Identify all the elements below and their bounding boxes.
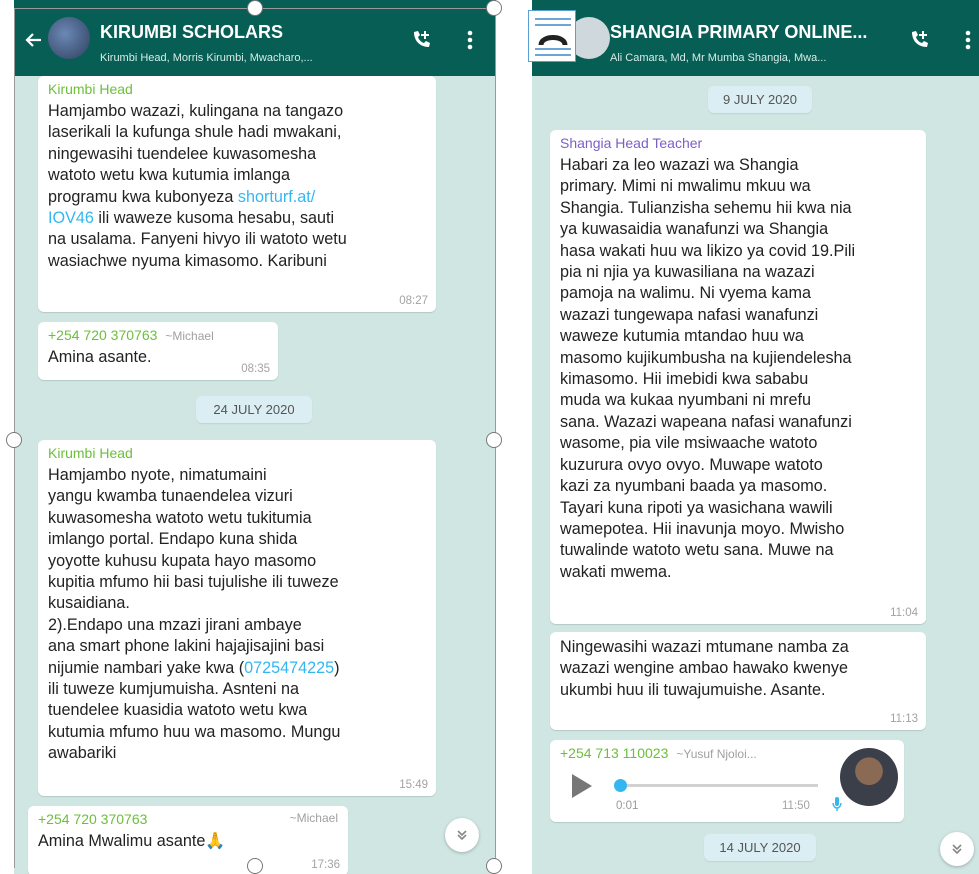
- message-bubble[interactable]: Kirumbi Head Hamjambo nyote, nimatumaini…: [38, 440, 436, 796]
- chat-participants[interactable]: Kirumbi Head, Morris Kirumbi, Mwacharo,.…: [100, 52, 400, 64]
- audio-duration: 0:01: [616, 800, 639, 812]
- message-time: 15:49: [399, 779, 428, 791]
- voice-message-bubble[interactable]: +254 713 110023 ~Yusuf Njoloi... 0:01 11:…: [550, 740, 904, 822]
- audio-progress-bar[interactable]: [614, 779, 818, 792]
- chat-header: SHANGIA PRIMARY ONLINE... Ali Camara, Md…: [532, 0, 979, 76]
- message-list[interactable]: Kirumbi Head Hamjambo wazazi, kulingana …: [14, 76, 496, 874]
- date-divider: 24 JULY 2020: [196, 396, 312, 423]
- message-time: 08:35: [241, 363, 270, 375]
- audio-seek-handle[interactable]: [614, 779, 627, 792]
- message-sender: Kirumbi Head: [48, 445, 133, 461]
- resize-handle-left[interactable]: [6, 432, 22, 448]
- chat-title[interactable]: SHANGIA PRIMARY ONLINE...: [610, 22, 867, 43]
- mic-icon: [832, 796, 842, 817]
- message-text: Hamjambo wazazi, kulingana na tangazo la…: [48, 101, 426, 272]
- scroll-down-icon[interactable]: [445, 818, 479, 852]
- message-sender: +254 720 370763 ~Michael: [38, 811, 338, 827]
- image-edit-icon[interactable]: [528, 10, 576, 62]
- chat-title[interactable]: KIRUMBI SCHOLARS: [100, 22, 283, 43]
- message-sender: +254 720 370763 ~Michael: [48, 327, 268, 343]
- message-bubble[interactable]: +254 720 370763 ~Michael Amina Mwalimu as…: [28, 806, 348, 874]
- more-vert-icon[interactable]: [458, 28, 482, 52]
- back-arrow-icon[interactable]: [22, 28, 46, 52]
- message-text: Ningewasihi wazazi mtumane namba za waza…: [560, 638, 849, 699]
- add-call-icon[interactable]: [409, 28, 433, 52]
- message-bubble[interactable]: Kirumbi Head Hamjambo wazazi, kulingana …: [38, 76, 436, 312]
- more-vert-icon[interactable]: [956, 28, 979, 52]
- add-call-icon[interactable]: [907, 28, 931, 52]
- message-time: 08:27: [399, 295, 428, 307]
- chat-participants[interactable]: Ali Camara, Md, Mr Mumba Shangia, Mwa...: [610, 52, 892, 64]
- message-time: 11:13: [890, 713, 918, 725]
- message-bubble[interactable]: Ningewasihi wazazi mtumane namba za waza…: [550, 632, 926, 730]
- message-bubble[interactable]: Shangia Head Teacher Habari za leo wazaz…: [550, 130, 926, 624]
- resize-handle-bottom[interactable]: [247, 858, 263, 874]
- resize-handle-top-right[interactable]: [486, 0, 502, 16]
- avatar[interactable]: [840, 748, 898, 806]
- message-sender: Shangia Head Teacher: [560, 135, 703, 151]
- right-chat-screenshot: SHANGIA PRIMARY ONLINE... Ali Camara, Md…: [532, 0, 979, 874]
- message-text-part: Hamjambo nyote, nimatumaini yangu kwamba…: [48, 466, 339, 677]
- message-bubble[interactable]: +254 720 370763 ~Michael Amina asante. 08…: [38, 322, 278, 380]
- sender-name: ~Yusuf Njoloi...: [676, 747, 757, 761]
- sender-name: ~Michael: [289, 811, 338, 825]
- message-time: 11:04: [890, 607, 918, 619]
- message-text: Amina Mwalimu asante🙏: [38, 832, 226, 850]
- group-avatar-icon[interactable]: [48, 17, 90, 59]
- date-divider: 9 JULY 2020: [708, 86, 812, 113]
- message-time: 11:50: [782, 800, 810, 812]
- message-phone-link[interactable]: 0725474225: [244, 659, 334, 677]
- play-icon[interactable]: [572, 774, 592, 798]
- message-sender: +254 713 110023 ~Yusuf Njoloi...: [560, 745, 894, 761]
- message-text: Hamjambo nyote, nimatumaini yangu kwamba…: [48, 465, 426, 765]
- scroll-down-icon[interactable]: [940, 832, 974, 866]
- message-text: Habari za leo wazazi wa Shangia primary.…: [560, 156, 856, 581]
- left-chat-screenshot: KIRUMBI SCHOLARS Kirumbi Head, Morris Ki…: [14, 0, 496, 874]
- resize-handle-right[interactable]: [486, 432, 502, 448]
- message-list[interactable]: 9 JULY 2020 Shangia Head Teacher Habari …: [532, 76, 979, 874]
- message-text: Amina asante.: [48, 348, 152, 366]
- message-sender: Kirumbi Head: [48, 81, 133, 97]
- message-time: 17:36: [311, 859, 340, 871]
- resize-handle-top[interactable]: [247, 0, 263, 16]
- date-divider: 14 JULY 2020: [704, 834, 816, 861]
- resize-handle-bottom-right[interactable]: [486, 858, 502, 874]
- sender-name: ~Michael: [165, 329, 214, 343]
- sender-phone: +254 720 370763: [48, 327, 158, 343]
- sender-phone: +254 720 370763: [38, 811, 148, 827]
- sender-phone: +254 713 110023: [560, 745, 669, 761]
